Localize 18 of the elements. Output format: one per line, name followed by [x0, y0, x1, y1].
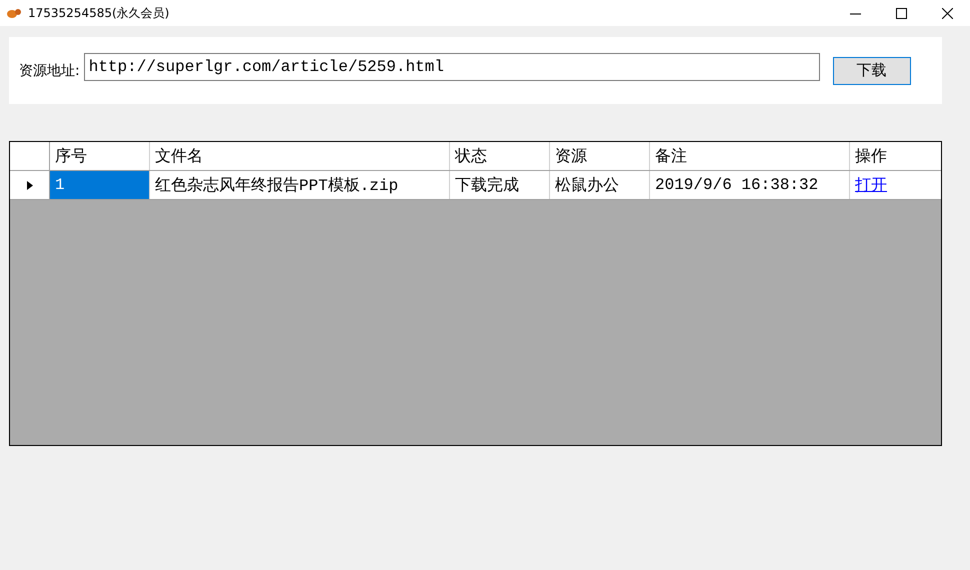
close-icon[interactable] [942, 8, 952, 18]
window-title: 17535254585(永久会员) [28, 4, 170, 22]
address-label: 资源地址: [19, 62, 80, 80]
column-header[interactable]: 资源 [550, 142, 650, 170]
table-cell: 2019/9/6 16:38:32 [650, 171, 850, 199]
table-cell: 松鼠办公 [550, 171, 650, 199]
column-header[interactable]: 备注 [650, 142, 850, 170]
column-header[interactable]: 操作 [850, 142, 941, 170]
column-header[interactable]: 状态 [450, 142, 550, 170]
column-header[interactable]: 序号 [50, 142, 150, 170]
table-cell: 下载完成 [450, 171, 550, 199]
table-cell: 1 [50, 171, 150, 199]
url-field[interactable]: http://superlgr.com/article/5259.html [84, 52, 820, 80]
maximize-icon[interactable] [896, 8, 906, 18]
open-link[interactable]: 打开 [855, 174, 887, 196]
download-button[interactable]: 下载 [832, 56, 911, 84]
column-header[interactable]: 文件名 [150, 142, 450, 170]
table-cell: 红色杂志风年终报告PPT模板.zip [150, 171, 450, 199]
